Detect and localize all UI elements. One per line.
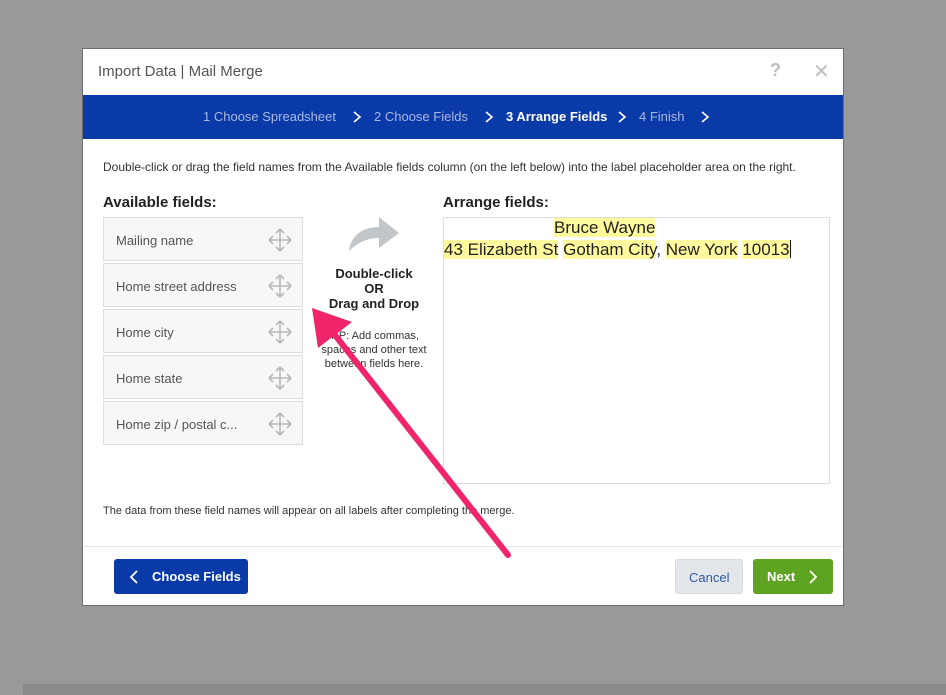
move-icon xyxy=(268,366,292,390)
chevron-right-icon xyxy=(618,111,627,123)
arranged-line-1: Bruce Wayne xyxy=(554,218,656,238)
tip-line-3: between fields here. xyxy=(324,358,424,370)
field-mailing-name[interactable]: Mailing name xyxy=(103,217,303,261)
chevron-right-icon xyxy=(485,111,494,123)
hint-line-2: OR xyxy=(364,281,384,296)
move-icon xyxy=(268,228,292,252)
merge-field-city[interactable]: Gotham City xyxy=(563,240,657,259)
cancel-button[interactable]: Cancel xyxy=(675,559,743,594)
merge-field-street[interactable]: 43 Elizabeth St xyxy=(444,240,559,259)
chevron-right-icon xyxy=(353,111,362,123)
field-label: Home state xyxy=(116,371,183,386)
separator-text: , xyxy=(656,240,662,259)
back-choose-fields-button[interactable]: Choose Fields xyxy=(114,559,248,594)
text-caret xyxy=(789,240,791,258)
drag-hint-text: Double-click OR Drag and Drop xyxy=(319,266,429,311)
background-strip xyxy=(23,684,946,695)
instructions-text: Double-click or drag the field names fro… xyxy=(103,160,796,174)
curved-arrow-icon xyxy=(349,217,399,251)
wizard-steps-bar: 1 Choose Spreadsheet 2 Choose Fields 3 A… xyxy=(83,95,843,139)
step-choose-spreadsheet[interactable]: 1 Choose Spreadsheet xyxy=(203,109,336,124)
hint-line-3: Drag and Drop xyxy=(328,296,420,311)
step-arrange-fields[interactable]: 3 Arrange Fields xyxy=(506,109,607,124)
field-home-street-address[interactable]: Home street address xyxy=(103,263,303,307)
label-placeholder-area[interactable]: Bruce Wayne 43 Elizabeth St Gotham City,… xyxy=(443,217,830,484)
next-button-label: Next xyxy=(767,569,796,584)
chevron-right-icon xyxy=(809,570,818,584)
field-label: Mailing name xyxy=(116,233,194,248)
arranged-line-2: 43 Elizabeth St Gotham City, New York 10… xyxy=(444,240,791,260)
field-label: Home street address xyxy=(116,279,237,294)
merge-field-mailing-name[interactable]: Bruce Wayne xyxy=(554,218,656,237)
field-label: Home zip / postal c... xyxy=(116,417,238,432)
move-icon xyxy=(268,274,292,298)
move-icon xyxy=(268,412,292,436)
mail-merge-dialog: Import Data | Mail Merge ? ✕ 1 Choose Sp… xyxy=(82,48,844,606)
move-icon xyxy=(268,320,292,344)
next-button[interactable]: Next xyxy=(753,559,833,594)
available-fields-list: Mailing name Home street address Home ci… xyxy=(103,217,303,447)
tip-line-2: spaces and other text xyxy=(321,344,427,356)
back-button-label: Choose Fields xyxy=(152,569,241,584)
field-home-state[interactable]: Home state xyxy=(103,355,303,399)
close-icon[interactable]: ✕ xyxy=(813,59,830,84)
arrange-fields-heading: Arrange fields: xyxy=(443,194,549,211)
dialog-header: Import Data | Mail Merge ? ✕ xyxy=(83,49,843,95)
tip-line-1: TIP: Add commas, xyxy=(329,330,419,342)
dialog-title: Import Data | Mail Merge xyxy=(98,63,263,80)
step-finish[interactable]: 4 Finish xyxy=(639,109,685,124)
hint-line-1: Double-click xyxy=(335,266,413,281)
field-label: Home city xyxy=(116,325,174,340)
footer-note: The data from these field names will app… xyxy=(103,505,515,517)
footer-divider xyxy=(83,546,843,547)
tip-text: TIP: Add commas, spaces and other text b… xyxy=(319,329,429,371)
merge-field-zip[interactable]: 10013 xyxy=(742,240,790,259)
merge-field-state[interactable]: New York xyxy=(665,240,738,259)
chevron-left-icon xyxy=(129,570,138,584)
field-home-city[interactable]: Home city xyxy=(103,309,303,353)
question-mark-icon[interactable]: ? xyxy=(770,60,781,81)
step-choose-fields[interactable]: 2 Choose Fields xyxy=(374,109,468,124)
available-fields-heading: Available fields: xyxy=(103,194,217,211)
field-home-zip[interactable]: Home zip / postal c... xyxy=(103,401,303,445)
chevron-right-icon xyxy=(701,111,710,123)
cancel-button-label: Cancel xyxy=(689,570,730,585)
